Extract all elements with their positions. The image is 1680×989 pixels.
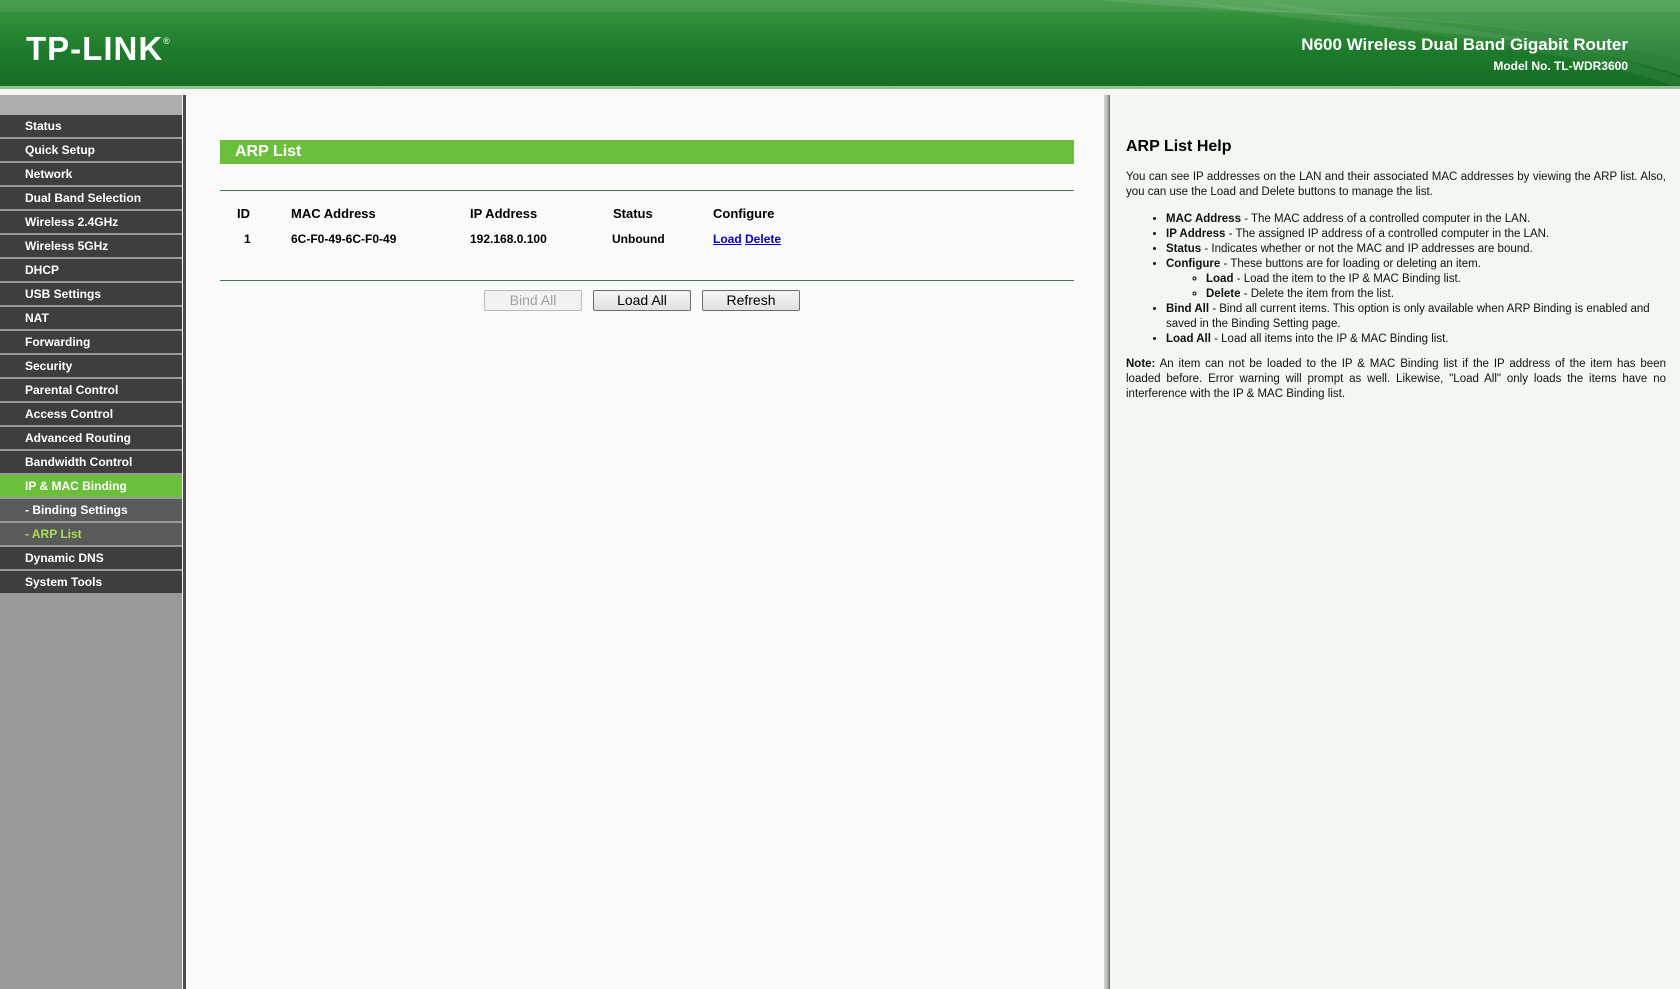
sidebar-item-wireless-2-4ghz[interactable]: Wireless 2.4GHz	[0, 211, 182, 233]
main-panel: ARP List ID MAC Address IP Address Statu…	[188, 95, 1104, 989]
column-header-mac: MAC Address	[291, 206, 376, 221]
sidebar-item-nat[interactable]: NAT	[0, 307, 182, 329]
load-all-button[interactable]: Load All	[593, 290, 691, 311]
table-top-rule	[220, 190, 1074, 191]
sidebar-item-dhcp[interactable]: DHCP	[0, 259, 182, 281]
help-item-ip: IP Address - The assigned IP address of …	[1166, 227, 1666, 242]
table-bottom-rule	[220, 280, 1074, 281]
sidebar-item-security[interactable]: Security	[0, 355, 182, 377]
help-item-mac: MAC Address - The MAC address of a contr…	[1166, 212, 1666, 227]
sidebar-item-parental-control[interactable]: Parental Control	[0, 379, 182, 401]
help-panel: ARP List Help You can see IP addresses o…	[1110, 95, 1680, 989]
bind-all-button[interactable]: Bind All	[484, 290, 582, 311]
sidebar-item-system-tools[interactable]: System Tools	[0, 571, 182, 593]
help-list: MAC Address - The MAC address of a contr…	[1126, 212, 1666, 347]
sidebar-item-status[interactable]: Status	[0, 115, 182, 137]
sidebar-item-advanced-routing[interactable]: Advanced Routing	[0, 427, 182, 449]
sidebar-divider	[183, 95, 186, 989]
sidebar-item-arp-list[interactable]: - ARP List	[0, 523, 182, 545]
model-number: Model No. TL-WDR3600	[1493, 59, 1628, 73]
refresh-button[interactable]: Refresh	[702, 290, 800, 311]
row-ip-address: 192.168.0.100	[470, 232, 547, 246]
help-body: You can see IP addresses on the LAN and …	[1126, 170, 1666, 414]
header-divider	[0, 86, 1680, 89]
help-item-delete: Delete - Delete the item from the list.	[1206, 287, 1666, 302]
help-title: ARP List Help	[1126, 138, 1232, 155]
sidebar-item-access-control[interactable]: Access Control	[0, 403, 182, 425]
page-title: ARP List	[220, 140, 1074, 164]
help-sublist-configure: Load - Load the item to the IP & MAC Bin…	[1166, 272, 1666, 302]
help-item-load: Load - Load the item to the IP & MAC Bin…	[1206, 272, 1666, 287]
sidebar-top-strip	[0, 95, 182, 115]
row-status: Unbound	[612, 232, 665, 246]
sidebar-item-usb-settings[interactable]: USB Settings	[0, 283, 182, 305]
sidebar-item-quick-setup[interactable]: Quick Setup	[0, 139, 182, 161]
column-header-id: ID	[237, 206, 250, 221]
tplink-logo: TP-LINK®	[26, 30, 171, 67]
sidebar-item-forwarding[interactable]: Forwarding	[0, 331, 182, 353]
row-mac-address: 6C-F0-49-6C-F0-49	[291, 232, 397, 246]
sidebar-item-network[interactable]: Network	[0, 163, 182, 185]
column-header-ip: IP Address	[470, 206, 538, 221]
sidebar-item-ip-mac-binding[interactable]: IP & MAC Binding	[0, 475, 182, 497]
column-header-configure: Configure	[713, 206, 775, 221]
column-header-status: Status	[613, 206, 653, 221]
sidebar-item-dual-band-selection[interactable]: Dual Band Selection	[0, 187, 182, 209]
help-note: Note: An item can not be loaded to the I…	[1126, 358, 1666, 400]
sidebar-item-binding-settings[interactable]: - Binding Settings	[0, 499, 182, 521]
load-link[interactable]: Load	[713, 232, 742, 246]
help-item-bind-all: Bind All - Bind all current items. This …	[1166, 302, 1666, 332]
sidebar-item-bandwidth-control[interactable]: Bandwidth Control	[0, 451, 182, 473]
sidebar-nav: Status Quick Setup Network Dual Band Select…	[0, 95, 182, 989]
help-intro: You can see IP addresses on the LAN and …	[1126, 171, 1666, 198]
header-banner: TP-LINK® N600 Wireless Dual Band Gigabit…	[0, 0, 1680, 88]
sidebar-item-dynamic-dns[interactable]: Dynamic DNS	[0, 547, 182, 569]
row-id: 1	[244, 232, 251, 246]
product-name: N600 Wireless Dual Band Gigabit Router	[1301, 35, 1628, 54]
sidebar-item-wireless-5ghz[interactable]: Wireless 5GHz	[0, 235, 182, 257]
help-item-load-all: Load All - Load all items into the IP & …	[1166, 332, 1666, 347]
nav-list: Status Quick Setup Network Dual Band Select…	[0, 115, 182, 593]
help-item-configure: Configure - These buttons are for loadin…	[1166, 257, 1666, 302]
delete-link[interactable]: Delete	[745, 232, 781, 246]
help-item-status: Status - Indicates whether or not the MA…	[1166, 242, 1666, 257]
